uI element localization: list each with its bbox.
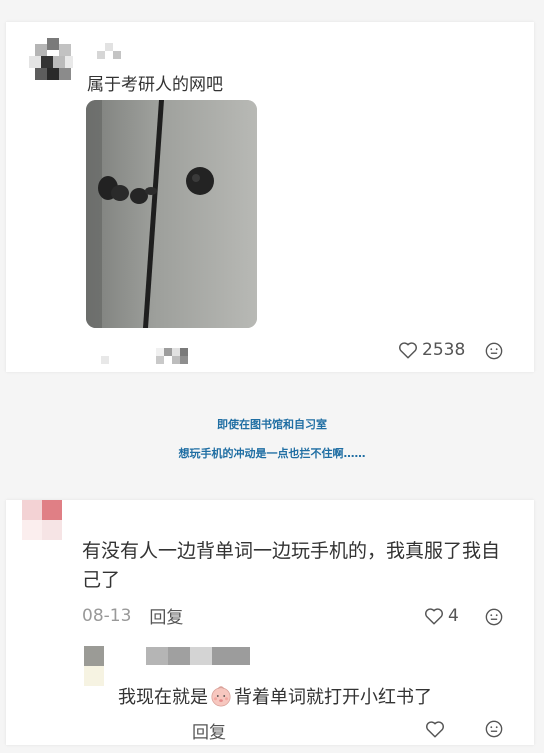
post-like-count: 2538: [422, 340, 466, 360]
comment-emoji-button[interactable]: [485, 608, 503, 626]
smiley-icon: [485, 720, 503, 738]
heart-icon: [426, 721, 444, 738]
post-like-button[interactable]: 2538: [398, 340, 465, 360]
baby-face-emoji-icon: [211, 686, 231, 707]
comment-like-count: 4: [448, 606, 459, 626]
smiley-icon: [485, 342, 503, 360]
post-text: 属于考研人的网吧: [87, 75, 223, 95]
reply-button[interactable]: 回复: [149, 603, 183, 628]
reply-text-after: 背着单词就打开小红书了: [234, 687, 432, 708]
comment-card: 有没有人一边背单词一边玩手机的，我真服了我自己了 08-13 回复 4 我现在就…: [6, 500, 534, 745]
comment-like-button[interactable]: 4: [424, 606, 459, 626]
post-card: 属于考研人的网吧 2538: [6, 22, 534, 372]
smiley-icon: [485, 608, 503, 626]
comment-date: 08-13: [82, 605, 132, 626]
reply-text-before: 我现在就是: [118, 687, 208, 708]
emoji-reaction-button[interactable]: [485, 342, 503, 360]
heart-icon: [399, 342, 417, 359]
post-image[interactable]: [86, 100, 257, 328]
reply-text: 我现在就是 背着单词就打开小红书了: [118, 683, 432, 709]
caption-line-1: 即使在图书馆和自习室: [217, 418, 327, 431]
sub-reply-emoji-button[interactable]: [485, 720, 503, 738]
sub-reply-button[interactable]: 回复: [192, 718, 226, 743]
sub-reply-like-button[interactable]: [425, 720, 445, 738]
caption-line-2: 想玩手机的冲动是一点也拦不住啊……: [178, 447, 366, 460]
heart-icon: [425, 608, 443, 625]
comment-text: 有没有人一边背单词一边玩手机的，我真服了我自己了: [82, 540, 501, 591]
